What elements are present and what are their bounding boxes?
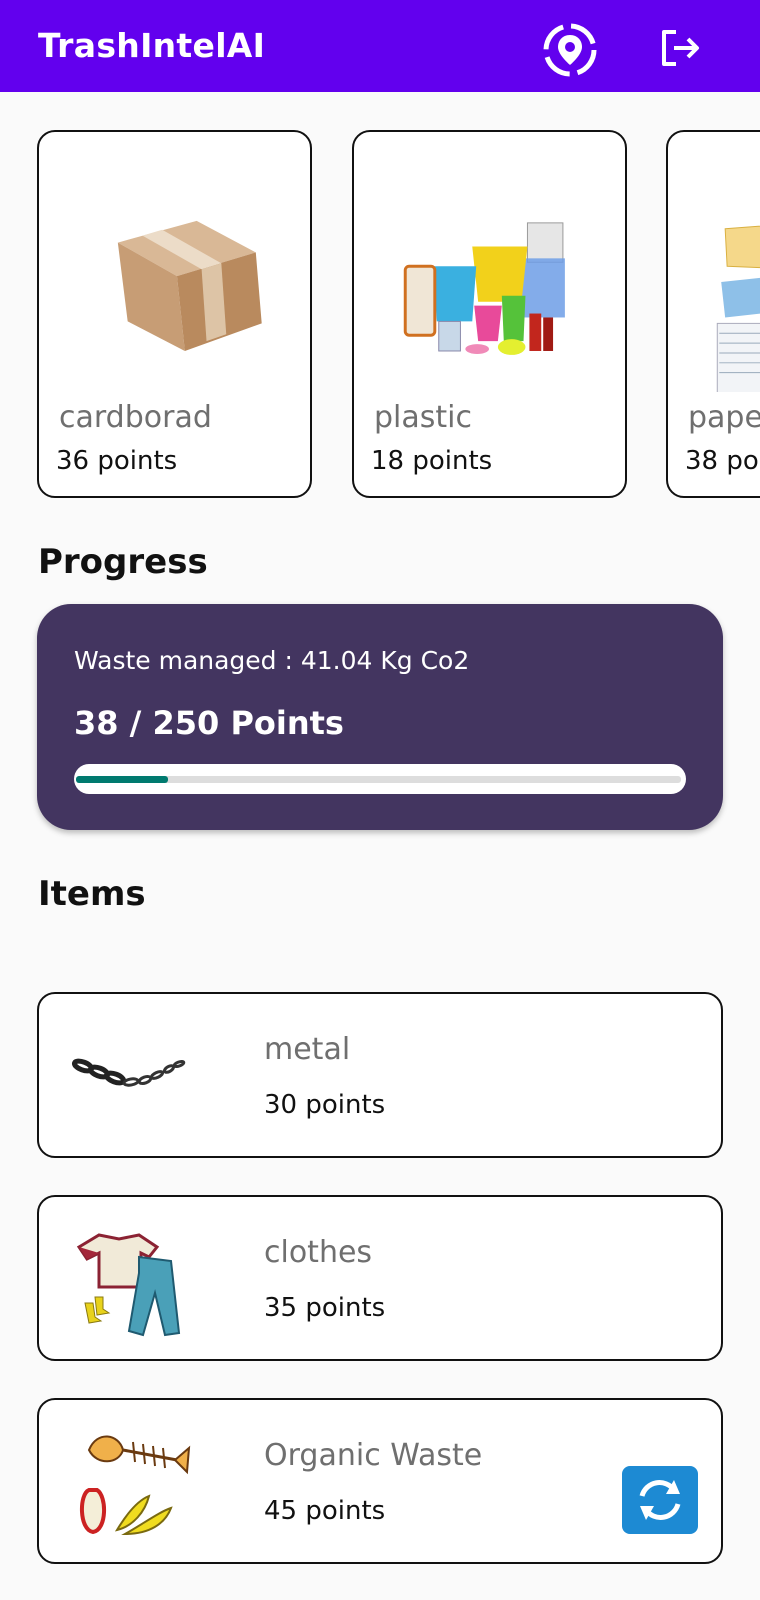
item-points: 35 points	[264, 1293, 386, 1323]
metal-chain-image	[71, 1058, 186, 1087]
item-card-metal[interactable]: metal 30 points	[37, 992, 723, 1158]
organic-waste-image	[80, 1435, 191, 1536]
app-title: TrashIntelAI	[38, 26, 266, 65]
category-points: 36 points	[56, 446, 178, 476]
category-points: 38 poi	[685, 446, 760, 476]
paper-sheets-image	[716, 225, 760, 392]
location-button[interactable]	[538, 18, 602, 82]
progress-card: Waste managed : 41.04 Kg Co2 38 / 250 Po…	[37, 604, 723, 830]
item-name: clothes	[264, 1235, 373, 1270]
item-points: 30 points	[264, 1090, 386, 1120]
category-card-cardboard[interactable]: cardborad 36 points	[37, 130, 312, 498]
category-name: pape	[688, 400, 760, 435]
location-pin-icon	[543, 23, 597, 77]
camera-rotate-icon	[639, 1466, 681, 1520]
progress-bar-fill	[76, 776, 168, 783]
logout-button[interactable]	[650, 20, 710, 76]
item-name: metal	[264, 1032, 351, 1067]
camera-scan-button[interactable]	[622, 1466, 698, 1534]
cardboard-box-image	[117, 220, 262, 351]
category-card-plastic[interactable]: plastic 18 points	[352, 130, 627, 498]
waste-managed-text: Waste managed : 41.04 Kg Co2	[74, 646, 470, 675]
app-bar: TrashIntelAI	[0, 0, 760, 92]
logout-icon	[662, 30, 699, 66]
item-card-clothes[interactable]: clothes 35 points	[37, 1195, 723, 1361]
category-carousel[interactable]: cardborad 36 points plastic 18 points pa…	[0, 92, 760, 512]
progress-bar	[74, 764, 686, 794]
category-points: 18 points	[371, 446, 493, 476]
items-heading: Items	[38, 874, 146, 914]
item-card-organic-waste[interactable]: Organic Waste 45 points	[37, 1398, 723, 1564]
category-name: plastic	[374, 400, 472, 435]
item-points: 45 points	[264, 1496, 386, 1526]
clothes-image	[76, 1233, 181, 1337]
progress-heading: Progress	[38, 542, 208, 582]
category-card-paper[interactable]: pape 38 poi	[666, 130, 760, 498]
progress-bar-track	[76, 776, 681, 783]
plastic-containers-image	[403, 222, 565, 355]
item-name: Organic Waste	[264, 1438, 483, 1473]
category-name: cardborad	[59, 400, 212, 435]
points-total-text: 38 / 250 Points	[74, 704, 344, 742]
